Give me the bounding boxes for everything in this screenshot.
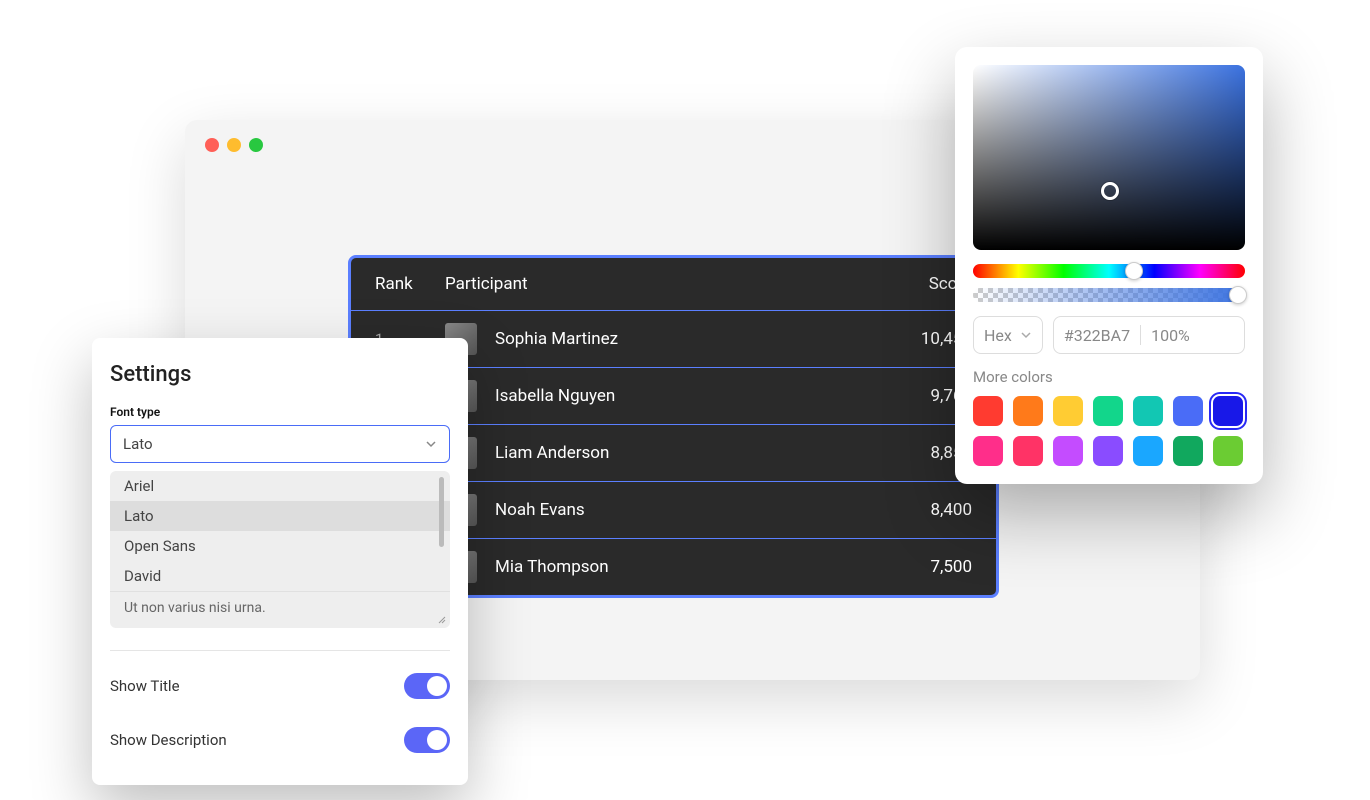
color-swatch[interactable] — [1133, 436, 1163, 466]
color-format-label: Hex — [984, 326, 1012, 345]
participant-name: Liam Anderson — [495, 443, 882, 463]
divider — [110, 650, 450, 651]
color-value-input[interactable]: #322BA7 100% — [1053, 316, 1245, 354]
resize-handle-icon[interactable] — [434, 612, 446, 624]
show-description-toggle[interactable] — [404, 727, 450, 753]
show-description-row: Show Description — [110, 713, 450, 767]
header-rank: Rank — [375, 274, 445, 294]
chevron-down-icon — [1020, 329, 1032, 341]
saturation-area[interactable] — [973, 65, 1245, 250]
color-swatch[interactable] — [1213, 436, 1243, 466]
close-window-button[interactable] — [205, 138, 219, 152]
minimize-window-button[interactable] — [227, 138, 241, 152]
leaderboard-header: Rank Participant Score — [351, 258, 996, 310]
color-swatch[interactable] — [1133, 396, 1163, 426]
maximize-window-button[interactable] — [249, 138, 263, 152]
opacity-value: 100% — [1151, 326, 1190, 345]
participant-name: Mia Thompson — [495, 557, 882, 577]
participant-name: Isabella Nguyen — [495, 386, 882, 406]
font-type-label: Font type — [110, 405, 450, 419]
color-picker: Hex #322BA7 100% More colors — [955, 47, 1263, 484]
hue-thumb[interactable] — [1125, 262, 1143, 280]
color-swatch[interactable] — [1213, 396, 1243, 426]
swatch-grid — [973, 396, 1245, 466]
color-swatch[interactable] — [1093, 396, 1123, 426]
show-title-row: Show Title — [110, 659, 450, 713]
color-swatch[interactable] — [973, 396, 1003, 426]
color-swatch[interactable] — [1053, 436, 1083, 466]
settings-title: Settings — [110, 362, 450, 387]
more-colors-label: More colors — [973, 368, 1245, 386]
scrollbar[interactable] — [439, 477, 444, 547]
font-type-select[interactable]: Lato — [110, 425, 450, 463]
color-swatch[interactable] — [973, 436, 1003, 466]
dropdown-option[interactable]: Open Sans — [110, 531, 450, 561]
hue-slider[interactable] — [973, 264, 1245, 278]
chevron-down-icon — [425, 438, 437, 450]
show-description-label: Show Description — [110, 731, 227, 749]
color-swatch[interactable] — [1173, 396, 1203, 426]
color-swatch[interactable] — [1093, 436, 1123, 466]
color-swatch[interactable] — [1053, 396, 1083, 426]
dropdown-option[interactable]: Lato — [110, 501, 450, 531]
score-cell: 8,400 — [882, 500, 972, 520]
picker-cursor[interactable] — [1101, 182, 1119, 200]
alpha-thumb[interactable] — [1229, 286, 1247, 304]
color-swatch[interactable] — [1013, 396, 1043, 426]
participant-name: Noah Evans — [495, 500, 882, 520]
header-participant: Participant — [445, 274, 882, 294]
show-title-label: Show Title — [110, 677, 180, 695]
score-cell: 7,500 — [882, 557, 972, 577]
font-type-dropdown: ArielLatoOpen SansDavid Ut non varius ni… — [110, 471, 450, 628]
color-format-select[interactable]: Hex — [973, 316, 1043, 354]
dropdown-option[interactable]: Ariel — [110, 471, 450, 501]
note-textarea[interactable]: Ut non varius nisi urna. — [110, 591, 450, 628]
color-swatch[interactable] — [1013, 436, 1043, 466]
show-title-toggle[interactable] — [404, 673, 450, 699]
dropdown-option[interactable]: David — [110, 561, 450, 591]
divider — [1140, 325, 1141, 345]
settings-panel: Settings Font type Lato ArielLatoOpen Sa… — [92, 338, 468, 785]
color-swatch[interactable] — [1173, 436, 1203, 466]
picker-inputs: Hex #322BA7 100% — [973, 316, 1245, 354]
alpha-slider[interactable] — [973, 288, 1245, 302]
font-type-value: Lato — [123, 435, 153, 453]
participant-name: Sophia Martinez — [495, 329, 882, 349]
hex-value: #322BA7 — [1064, 326, 1130, 345]
